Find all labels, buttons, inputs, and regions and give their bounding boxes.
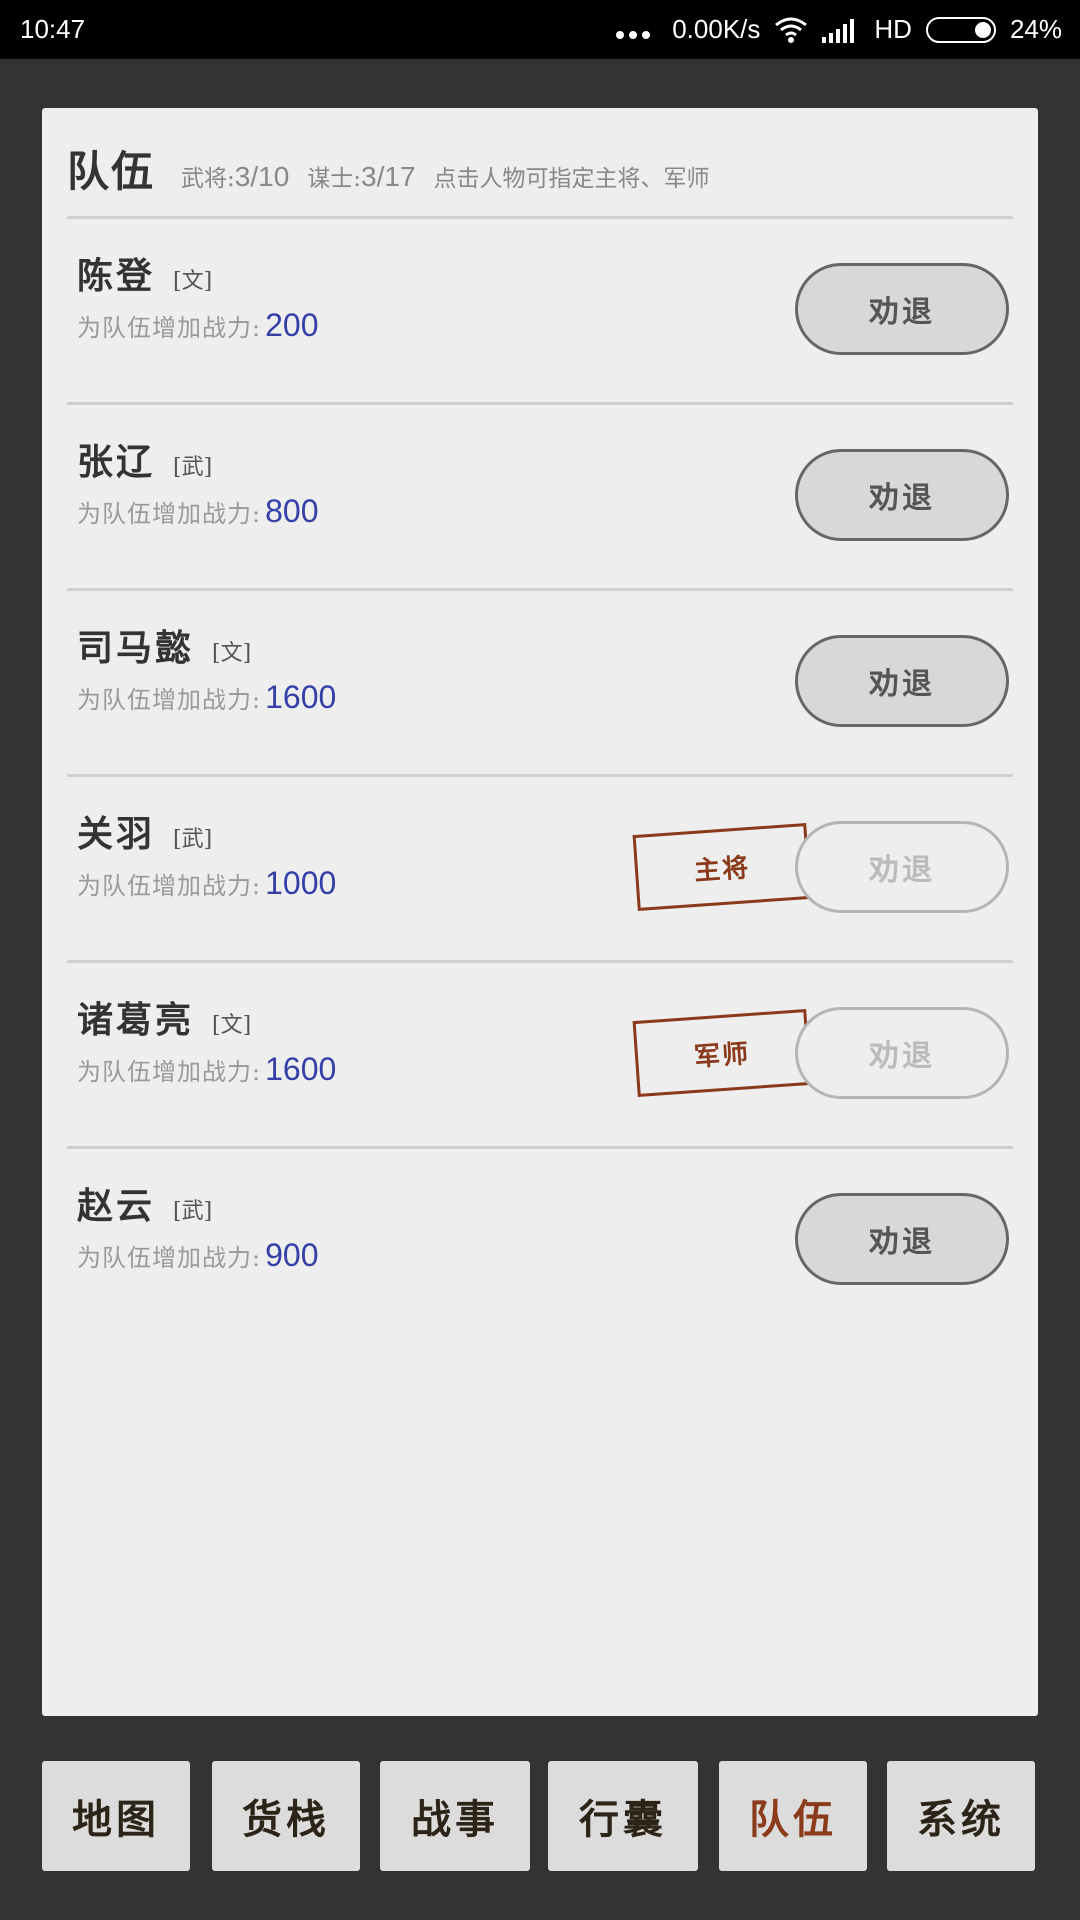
member-type: [武] <box>173 1199 213 1224</box>
battery-icon <box>925 16 996 43</box>
member-row[interactable]: 张辽 [武] 为队伍增加战力: 800 劝退 <box>67 405 1013 591</box>
member-row[interactable]: 赵云 [武] 为队伍增加战力: 900 劝退 <box>67 1149 1013 1335</box>
member-row[interactable]: 诸葛亮 [文] 为队伍增加战力: 1600 军师 劝退 <box>67 963 1013 1149</box>
general-label: 武将: <box>181 166 235 192</box>
tab-map[interactable]: 地图 <box>42 1761 190 1871</box>
power-label: 为队伍增加战力: <box>77 872 262 900</box>
member-name: 张辽 <box>77 441 156 483</box>
dismiss-button: 劝退 <box>795 821 1009 913</box>
power-value: 200 <box>265 307 319 343</box>
member-type: [文] <box>212 641 252 666</box>
status-icons: 0.00K/s HD 24% <box>616 14 1062 45</box>
member-row[interactable]: 关羽 [武] 为队伍增加战力: 1000 主将 劝退 <box>67 777 1013 963</box>
power-value: 800 <box>265 493 319 529</box>
member-type: [武] <box>173 827 213 852</box>
member-type: [武] <box>173 455 213 480</box>
dismiss-button: 劝退 <box>795 1007 1009 1099</box>
power-label: 为队伍增加战力: <box>77 686 262 714</box>
member-type: [文] <box>212 1013 252 1038</box>
member-name: 赵云 <box>77 1185 156 1227</box>
team-summary: 武将:3/10 谋士:3/17 点击人物可指定主将、军师 <box>181 159 710 193</box>
member-row[interactable]: 陈登 [文] 为队伍增加战力: 200 劝退 <box>67 219 1013 405</box>
battery-level: 24% <box>1009 14 1062 44</box>
member-name: 诸葛亮 <box>77 999 195 1041</box>
power-label: 为队伍增加战力: <box>77 314 262 342</box>
signal-icon <box>822 18 855 43</box>
wifi-icon <box>775 17 808 43</box>
power-value: 1600 <box>265 679 337 715</box>
member-name: 陈登 <box>77 255 156 297</box>
tab-inventory[interactable]: 行囊 <box>548 1761 698 1871</box>
tab-shop[interactable]: 货栈 <box>212 1761 360 1871</box>
power-value: 1600 <box>265 1051 337 1087</box>
general-count: 3/10 <box>234 161 290 192</box>
status-time: 10:47 <box>20 14 86 44</box>
tab-battle[interactable]: 战事 <box>380 1761 530 1871</box>
hint-text: 点击人物可指定主将、军师 <box>433 166 710 192</box>
dismiss-button[interactable]: 劝退 <box>795 1193 1009 1285</box>
member-type: [文] <box>173 269 213 294</box>
panel-header: 队伍 武将:3/10 谋士:3/17 点击人物可指定主将、军师 <box>67 138 1013 210</box>
dismiss-button[interactable]: 劝退 <box>795 449 1009 541</box>
page-title: 队伍 <box>67 147 156 196</box>
main-general-stamp: 主将 <box>632 823 812 911</box>
member-row[interactable]: 司马懿 [文] 为队伍增加战力: 1600 劝退 <box>67 591 1013 777</box>
tab-team[interactable]: 队伍 <box>719 1761 867 1871</box>
net-speed: 0.00K/s <box>672 14 761 44</box>
power-label: 为队伍增加战力: <box>77 1244 262 1272</box>
advisor-count: 3/17 <box>361 161 416 192</box>
power-label: 为队伍增加战力: <box>77 500 262 528</box>
power-value: 900 <box>265 1237 319 1273</box>
tab-system[interactable]: 系统 <box>887 1761 1035 1871</box>
dots-icon <box>616 21 651 39</box>
member-name: 司马懿 <box>77 627 195 669</box>
advisor-stamp: 军师 <box>632 1009 812 1097</box>
power-label: 为队伍增加战力: <box>77 1058 262 1086</box>
member-name: 关羽 <box>77 813 156 855</box>
dismiss-button[interactable]: 劝退 <box>795 635 1009 727</box>
network-type: HD <box>874 14 912 44</box>
status-bar: 10:47 0.00K/s HD 24% <box>0 0 1080 59</box>
power-value: 1000 <box>265 865 337 901</box>
dismiss-button[interactable]: 劝退 <box>795 263 1009 355</box>
team-panel: 队伍 武将:3/10 谋士:3/17 点击人物可指定主将、军师 陈登 [文] 为队伍增… <box>42 108 1038 1716</box>
advisor-label: 谋士: <box>307 166 362 192</box>
